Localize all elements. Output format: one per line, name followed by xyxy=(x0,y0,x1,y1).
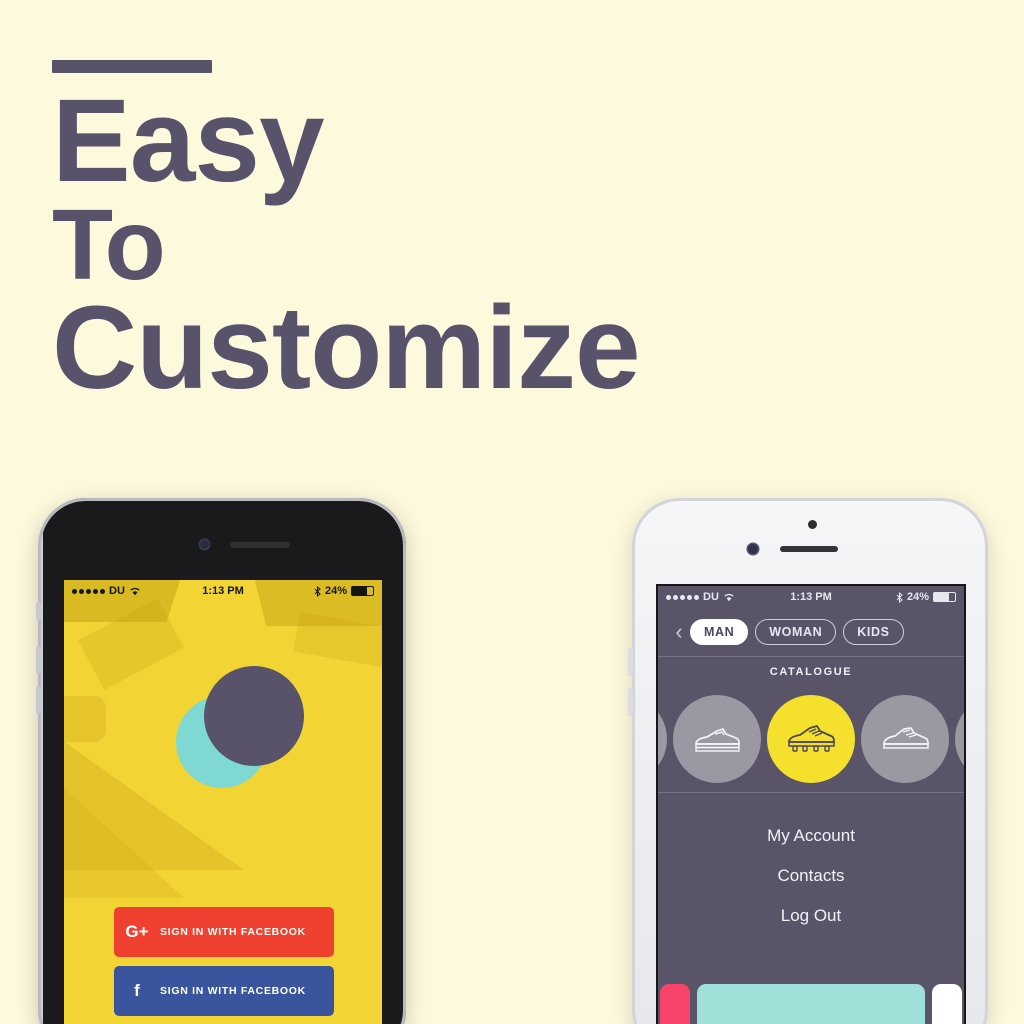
google-plus-icon: G+ xyxy=(125,922,149,941)
phone-mockup-right: DU 1:13 PM 24% ‹ MAN WOMAN KIDS CATALOGU… xyxy=(628,498,988,1024)
shoe-carousel[interactable] xyxy=(658,690,964,788)
battery-icon xyxy=(933,592,956,602)
carousel-item-partial-left[interactable] xyxy=(658,695,667,783)
status-bar-right-group: 24% xyxy=(314,585,374,597)
card-mint[interactable] xyxy=(697,984,925,1024)
headline-line-3: Customize xyxy=(52,281,641,414)
card-white[interactable] xyxy=(932,984,962,1024)
phone-right-screen: DU 1:13 PM 24% ‹ MAN WOMAN KIDS CATALOGU… xyxy=(656,584,966,1024)
proximity-sensor xyxy=(808,520,817,529)
volume-up-button[interactable] xyxy=(628,648,633,676)
shoe-sneaker-icon xyxy=(883,727,929,749)
segment-woman[interactable]: WOMAN xyxy=(755,619,837,645)
shoe-loafer-icon xyxy=(695,728,740,752)
front-camera-icon xyxy=(200,540,209,549)
phone-left-screen: DU 1:13 PM 24% G+ SIGN IN WITH FACEBOOK … xyxy=(64,580,382,1024)
volume-down-button[interactable] xyxy=(36,686,41,714)
battery-percent-label: 24% xyxy=(906,591,929,603)
volume-down-button[interactable] xyxy=(628,688,633,716)
sign-in-google-label: SIGN IN WITH FACEBOOK xyxy=(160,926,306,938)
headline-block: Easy To Customize xyxy=(52,60,641,414)
battery-icon xyxy=(351,586,374,596)
app-logo xyxy=(176,666,304,788)
status-bar-right: DU 1:13 PM 24% xyxy=(658,586,964,608)
front-camera-icon xyxy=(748,544,758,554)
battery-percent-label: 24% xyxy=(324,585,347,597)
headline-line-2: To xyxy=(52,188,166,301)
sign-in-facebook-label: SIGN IN WITH FACEBOOK xyxy=(160,985,306,997)
divider-top xyxy=(658,656,964,657)
divider-bottom xyxy=(658,792,964,793)
category-segmented-control: ‹ MAN WOMAN KIDS xyxy=(658,608,964,656)
menu-item-contacts[interactable]: Contacts xyxy=(658,856,964,896)
status-bar-right-group: 24% xyxy=(896,591,956,603)
phone-mockup-left: DU 1:13 PM 24% G+ SIGN IN WITH FACEBOOK … xyxy=(36,498,406,1024)
catalogue-title: CATALOGUE xyxy=(769,666,853,678)
status-bar-left: DU 1:13 PM 24% xyxy=(64,580,382,602)
carousel-item-cleat-active[interactable] xyxy=(767,695,855,783)
bottom-card-carousel[interactable] xyxy=(658,974,964,1024)
segment-kids[interactable]: KIDS xyxy=(843,619,904,645)
account-menu: My Account Contacts Log Out xyxy=(658,816,964,936)
shoe-cleat-icon xyxy=(788,725,835,752)
sign-in-facebook-button[interactable]: f SIGN IN WITH FACEBOOK xyxy=(114,966,334,1016)
login-background-image xyxy=(64,580,382,1024)
mute-switch[interactable] xyxy=(36,602,41,620)
earpiece-speaker xyxy=(780,546,838,552)
carousel-item-loafer[interactable] xyxy=(673,695,761,783)
bluetooth-icon xyxy=(896,591,903,603)
earpiece-speaker xyxy=(230,542,290,548)
chevron-left-icon[interactable]: ‹ xyxy=(668,621,690,643)
logo-circle-purple xyxy=(204,666,304,766)
card-pink[interactable] xyxy=(660,984,690,1024)
bluetooth-icon xyxy=(314,585,321,597)
headline-rule xyxy=(52,60,212,73)
menu-item-my-account[interactable]: My Account xyxy=(658,816,964,856)
carousel-item-sneaker[interactable] xyxy=(861,695,949,783)
volume-up-button[interactable] xyxy=(36,646,41,674)
segment-man[interactable]: MAN xyxy=(690,619,749,645)
sign-in-google-button[interactable]: G+ SIGN IN WITH FACEBOOK xyxy=(114,907,334,957)
carousel-item-partial-right[interactable] xyxy=(955,695,964,783)
facebook-icon: f xyxy=(134,981,140,1000)
menu-item-log-out[interactable]: Log Out xyxy=(658,896,964,936)
headline-line-1: Easy xyxy=(52,75,325,207)
